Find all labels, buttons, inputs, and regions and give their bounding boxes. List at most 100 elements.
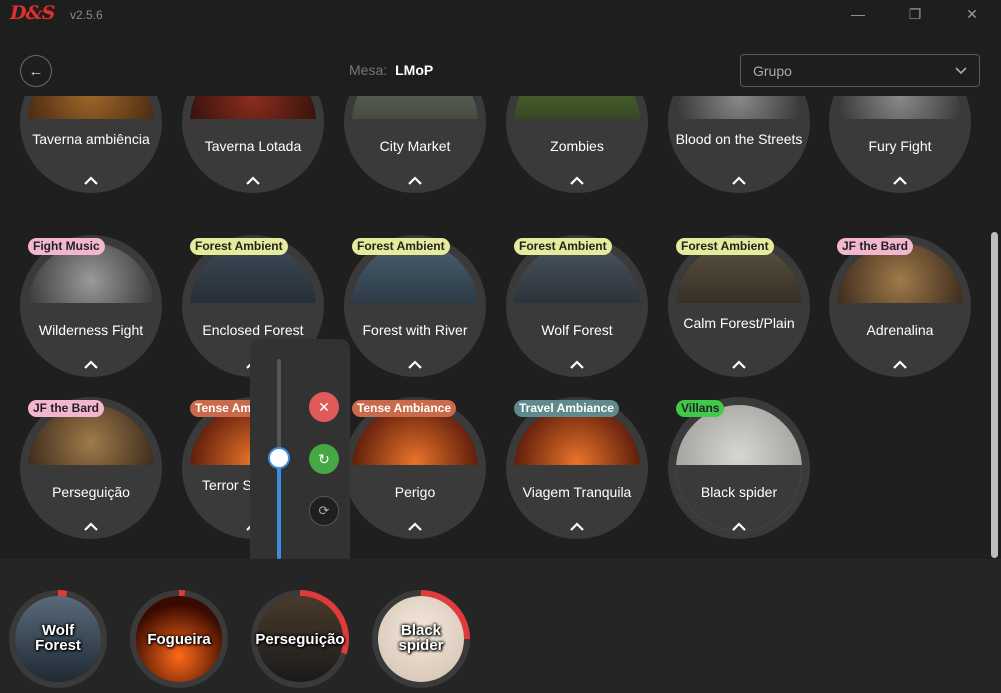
sound-title: Taverna ambiência bbox=[32, 131, 150, 147]
category-tag: Forest Ambient bbox=[514, 238, 612, 255]
group-select[interactable]: Grupo bbox=[740, 54, 980, 87]
sound-tile[interactable]: Adrenalina JF the Bard bbox=[829, 235, 971, 377]
chevron-up-icon[interactable] bbox=[569, 359, 585, 371]
chevron-up-icon[interactable] bbox=[83, 359, 99, 371]
sound-title: Adrenalina bbox=[866, 322, 934, 338]
close-icon: ✕ bbox=[966, 5, 978, 22]
arrow-left-icon: ← bbox=[28, 62, 44, 80]
close-icon: ✕ bbox=[318, 398, 330, 415]
sound-tile[interactable]: Taverna Lotada bbox=[182, 96, 324, 193]
chevron-up-icon[interactable] bbox=[407, 175, 423, 187]
chevron-up-icon[interactable] bbox=[731, 521, 747, 533]
app-logo: D&S bbox=[10, 2, 55, 24]
sound-grid: Taverna ambiência Taverna Lotada City Mark… bbox=[0, 96, 1001, 559]
volume-fill bbox=[277, 459, 281, 559]
sound-tile[interactable]: Viagem Tranquila Travel Ambiance bbox=[506, 397, 648, 539]
sound-cover-image bbox=[514, 243, 640, 369]
maximize-button[interactable]: ❐ bbox=[900, 3, 930, 25]
sound-cover-image bbox=[352, 405, 478, 531]
sound-title: Zombies bbox=[550, 138, 604, 154]
group-select-value: Grupo bbox=[753, 62, 792, 79]
grid-scrollbar[interactable] bbox=[991, 232, 998, 558]
app-version: v2.5.6 bbox=[70, 8, 103, 22]
maximize-icon: ❐ bbox=[908, 5, 922, 22]
category-tag: Forest Ambient bbox=[190, 238, 288, 255]
playing-tile[interactable]: Black spider bbox=[371, 589, 471, 689]
sound-title: Wolf Forest bbox=[541, 322, 613, 338]
mesa-value: LMoP bbox=[395, 62, 434, 78]
category-tag: JF the Bard bbox=[837, 238, 914, 255]
category-tag: Forest Ambient bbox=[676, 238, 774, 255]
chevron-up-icon[interactable] bbox=[245, 175, 261, 187]
category-tag: JF the Bard bbox=[28, 400, 105, 417]
category-tag: Villans bbox=[676, 400, 725, 417]
category-tag: Forest Ambient bbox=[352, 238, 450, 255]
refresh-icon: ↻ bbox=[318, 450, 330, 467]
chevron-up-icon[interactable] bbox=[407, 359, 423, 371]
chevron-up-icon[interactable] bbox=[731, 175, 747, 187]
loop-button[interactable]: ⟳ bbox=[309, 496, 339, 526]
sound-title: Calm Forest/Plain bbox=[683, 315, 795, 331]
sound-tile[interactable]: City Market bbox=[344, 96, 486, 193]
playing-label: Fogueira bbox=[147, 631, 211, 648]
sound-title: Enclosed Forest bbox=[202, 322, 304, 338]
sound-tile[interactable]: Fury Fight bbox=[829, 96, 971, 193]
sound-tile[interactable]: Wilderness Fight Fight Music bbox=[20, 235, 162, 377]
playing-tile[interactable]: Fogueira bbox=[129, 589, 229, 689]
sound-title: Taverna Lotada bbox=[204, 138, 302, 154]
sound-title: Blood on the Streets bbox=[675, 131, 803, 147]
sound-cover-image bbox=[28, 243, 154, 369]
minimize-icon: — bbox=[851, 6, 865, 22]
chevron-up-icon[interactable] bbox=[407, 521, 423, 533]
loop-icon: ⟳ bbox=[318, 503, 330, 518]
sound-tile[interactable]: Blood on the Streets bbox=[668, 96, 810, 193]
volume-slider-handle[interactable] bbox=[268, 447, 290, 469]
playing-label: Perseguição bbox=[255, 631, 345, 648]
sound-title: Perigo bbox=[394, 484, 436, 500]
restart-button[interactable]: ↻ bbox=[309, 444, 339, 474]
title-bar: D&S v2.5.6 — ❐ ✕ bbox=[0, 0, 1001, 30]
sound-tile[interactable]: Forest with River Forest Ambient bbox=[344, 235, 486, 377]
chevron-down-icon bbox=[955, 66, 967, 74]
chevron-up-icon[interactable] bbox=[83, 175, 99, 187]
sound-title: Forest with River bbox=[362, 322, 468, 338]
playing-label: Wolf Forest bbox=[35, 622, 81, 654]
sound-cover-image bbox=[676, 405, 802, 531]
category-tag: Tense Ambiance bbox=[352, 400, 457, 417]
sound-tile[interactable]: Perigo Tense Ambiance bbox=[344, 397, 486, 539]
sound-title: Viagem Tranquila bbox=[522, 484, 632, 500]
playing-tile[interactable]: Perseguição bbox=[250, 589, 350, 689]
sound-title: Black spider bbox=[700, 484, 778, 500]
sound-cover-image bbox=[352, 243, 478, 369]
sound-cover-image bbox=[28, 405, 154, 531]
sound-title: Perseguição bbox=[52, 484, 130, 500]
playing-label: Black spider bbox=[398, 622, 444, 654]
sound-tile[interactable]: Perseguição JF the Bard bbox=[20, 397, 162, 539]
sound-cover-image bbox=[676, 243, 802, 369]
chevron-up-icon[interactable] bbox=[569, 175, 585, 187]
chevron-up-icon[interactable] bbox=[83, 521, 99, 533]
sound-tile[interactable]: Taverna ambiência bbox=[20, 96, 162, 193]
stop-button[interactable]: ✕ bbox=[309, 392, 339, 422]
close-window-button[interactable]: ✕ bbox=[957, 3, 987, 25]
app-window: D&S v2.5.6 — ❐ ✕ ← Mesa: LMoP Grupo Taver… bbox=[0, 0, 1001, 693]
sound-cover-image bbox=[514, 405, 640, 531]
category-tag: Travel Ambiance bbox=[514, 400, 619, 417]
minimize-button[interactable]: — bbox=[843, 3, 873, 25]
sound-title: Wilderness Fight bbox=[38, 322, 144, 338]
sound-tile[interactable]: Black spider Villans bbox=[668, 397, 810, 539]
chevron-up-icon[interactable] bbox=[892, 359, 908, 371]
sound-title: City Market bbox=[379, 138, 451, 154]
mesa-indicator: Mesa: LMoP bbox=[349, 62, 433, 78]
sound-tile[interactable]: Zombies bbox=[506, 96, 648, 193]
chevron-up-icon[interactable] bbox=[731, 359, 747, 371]
category-tag: Fight Music bbox=[28, 238, 105, 255]
playing-tile[interactable]: Wolf Forest bbox=[8, 589, 108, 689]
mesa-label: Mesa: bbox=[349, 62, 388, 78]
chevron-up-icon[interactable] bbox=[569, 521, 585, 533]
back-button[interactable]: ← bbox=[20, 55, 52, 87]
chevron-up-icon[interactable] bbox=[892, 175, 908, 187]
sound-tile[interactable]: Calm Forest/Plain Forest Ambient bbox=[668, 235, 810, 377]
sound-title: Fury Fight bbox=[868, 138, 932, 154]
sound-tile[interactable]: Wolf Forest Forest Ambient bbox=[506, 235, 648, 377]
